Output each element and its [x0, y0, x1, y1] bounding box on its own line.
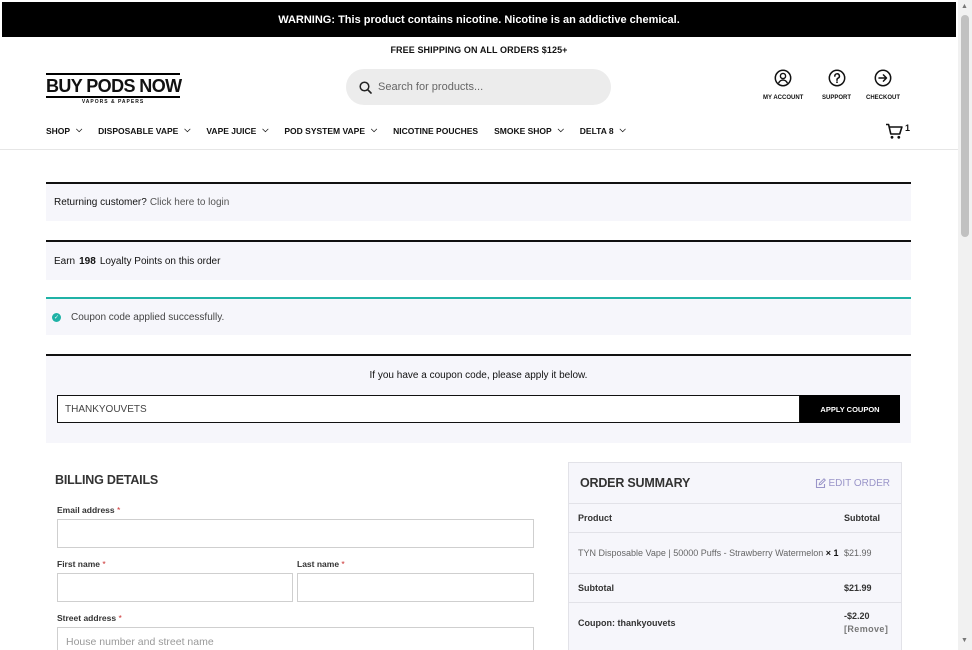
login-link[interactable]: Click here to login: [150, 197, 229, 208]
cart-button[interactable]: 1: [885, 123, 910, 140]
loyalty-points-value: 198: [79, 255, 96, 267]
subtotal-label: Subtotal: [578, 583, 614, 593]
email-label: Email address *: [57, 505, 121, 515]
warning-text: WARNING: This product contains nicotine.…: [278, 13, 680, 26]
item-price: $21.99: [844, 547, 872, 558]
street-address-label: Street address *: [57, 613, 122, 623]
order-summary-title: ORDER SUMMARY: [580, 476, 691, 490]
my-account-label: MY ACCOUNT: [763, 95, 804, 101]
site-logo[interactable]: BUY PODS NOW VAPORS & PAPERS: [46, 73, 182, 105]
col-subtotal: Subtotal: [844, 513, 880, 523]
edit-order-label: EDIT ORDER: [828, 477, 891, 489]
coupon-form: If you have a coupon code, please apply …: [46, 354, 911, 443]
item-quantity: × 1: [825, 547, 839, 558]
search-icon: [359, 80, 372, 94]
nav-item-vape-juice[interactable]: VAPE JUICE ⌵: [206, 125, 269, 136]
col-product: Product: [578, 513, 613, 523]
main-nav: SHOP ⌵ DISPOSABLE VAPE ⌵ VAPE JUICE ⌵ POD S…: [46, 125, 642, 136]
support-link[interactable]: SUPPORT: [822, 69, 851, 101]
help-icon: [828, 69, 845, 87]
coupon-label: Coupon: thankyouvets: [578, 618, 676, 628]
coupon-row: APPLY COUPON: [57, 395, 900, 423]
logo-main-text: BUY PODS NOW: [46, 73, 182, 98]
nav-item-nicotine-pouches[interactable]: NICOTINE POUCHES: [393, 126, 478, 136]
subtotal-value: $21.99: [844, 583, 872, 593]
coupon-success-text: Coupon code applied successfully.: [71, 311, 225, 323]
cart-icon: [886, 123, 903, 139]
first-name-label: First name *: [57, 559, 106, 569]
chevron-down-icon: ⌵: [557, 125, 564, 134]
chevron-down-icon: ⌵: [619, 125, 626, 134]
scroll-up-arrow-icon[interactable]: ▲: [961, 3, 968, 10]
scrollbar-thumb[interactable]: [961, 15, 969, 237]
user-icon: [774, 69, 792, 87]
order-summary: ORDER SUMMARY EDIT ORDER Product Subtota…: [568, 462, 902, 650]
logo-sub-text: VAPORS & PAPERS: [81, 99, 145, 105]
coupon-success-notice: ✓ Coupon code applied successfully.: [46, 297, 911, 335]
support-label: SUPPORT: [822, 95, 852, 101]
search-input[interactable]: [378, 81, 598, 93]
checkout-link[interactable]: CHECKOUT: [866, 69, 900, 101]
apply-coupon-button[interactable]: APPLY COUPON: [800, 395, 900, 423]
nav-item-smoke-shop[interactable]: SMOKE SHOP ⌵: [494, 125, 564, 136]
last-name-field[interactable]: [297, 573, 534, 602]
nav-item-delta-8[interactable]: DELTA 8 ⌵: [580, 125, 626, 136]
returning-customer-notice: Returning customer? Click here to login: [46, 182, 911, 221]
order-summary-header: ORDER SUMMARY EDIT ORDER: [569, 463, 901, 504]
loyalty-points-notice: Earn 198 Loyalty Points on this order: [46, 240, 911, 280]
earn-suffix: Loyalty Points on this order: [99, 255, 221, 267]
earn-prefix: Earn: [54, 255, 76, 267]
first-name-field[interactable]: [57, 573, 293, 602]
coupon-discount-value: -$2.20: [844, 611, 870, 621]
remove-coupon-link[interactable]: [Remove]: [844, 623, 888, 636]
last-name-label: Last name *: [297, 559, 345, 569]
search-bar[interactable]: [346, 69, 611, 105]
coupon-row-summary: Coupon: thankyouvets -$2.20 [Remove]: [569, 603, 901, 643]
checkout-label: CHECKOUT: [866, 95, 900, 101]
subtotal-row: Subtotal $21.99: [569, 574, 901, 603]
nav-item-disposable-vape[interactable]: DISPOSABLE VAPE ⌵: [98, 125, 191, 136]
my-account-link[interactable]: MY ACCOUNT: [763, 69, 803, 101]
header-divider: [0, 149, 958, 150]
item-name: TYN Disposable Vape | 50000 Puffs - Stra…: [578, 547, 839, 558]
arrow-right-circle-icon: [874, 69, 892, 87]
summary-item-row: TYN Disposable Vape | 50000 Puffs - Stra…: [569, 533, 901, 574]
edit-icon: [815, 477, 826, 488]
chevron-down-icon: ⌵: [262, 125, 269, 134]
coupon-discount: -$2.20 [Remove]: [844, 610, 888, 636]
billing-details-title: BILLING DETAILS: [55, 473, 159, 487]
street-address-field[interactable]: [57, 627, 534, 650]
nav-item-shop[interactable]: SHOP ⌵: [46, 125, 83, 136]
coupon-code-input[interactable]: [57, 395, 800, 423]
summary-header-row: Product Subtotal: [569, 504, 901, 533]
chevron-down-icon: ⌵: [371, 125, 378, 134]
cart-count: 1: [905, 123, 911, 133]
coupon-prompt: If you have a coupon code, please apply …: [369, 370, 588, 381]
email-field[interactable]: [57, 519, 534, 548]
chevron-down-icon: ⌵: [184, 125, 191, 134]
chevron-down-icon: ⌵: [76, 125, 83, 134]
free-shipping-banner: FREE SHIPPING ON ALL ORDERS $125+: [390, 45, 568, 55]
edit-order-link[interactable]: EDIT ORDER: [815, 477, 891, 489]
check-circle-icon: ✓: [52, 312, 61, 322]
scroll-down-arrow-icon[interactable]: ▼: [961, 637, 968, 644]
returning-customer-text: Returning customer?: [54, 197, 147, 208]
nav-item-pod-system-vape[interactable]: POD SYSTEM VAPE ⌵: [284, 125, 378, 136]
nicotine-warning-banner: WARNING: This product contains nicotine.…: [2, 2, 956, 37]
